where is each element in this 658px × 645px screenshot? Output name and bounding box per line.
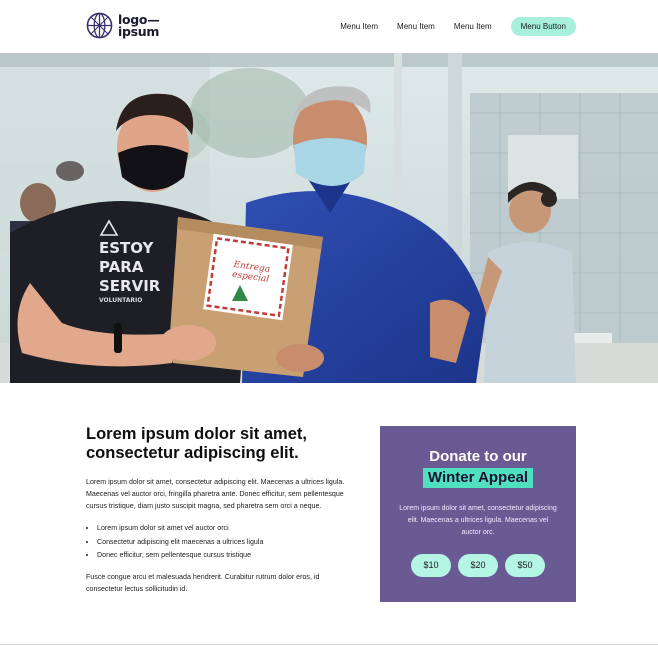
bullet-item: Donec efficitur, sem pellentesque cursus…	[97, 549, 348, 563]
article-bullets: Lorem ipsum dolor sit amet vel auctor or…	[86, 522, 348, 563]
donation-amounts: $10 $20 $50	[380, 554, 576, 577]
article-intro: Lorem ipsum dolor sit amet, consectetur …	[86, 478, 345, 510]
donate-10-button[interactable]: $10	[411, 554, 451, 577]
shirt-text-4: VOLUNTARIO	[99, 297, 142, 304]
sphere-grid-icon	[86, 12, 113, 39]
donate-50-button[interactable]: $50	[505, 554, 545, 577]
donate-body: Lorem ipsum dolor sit amet, consectetur …	[399, 505, 557, 536]
logo-line-2: ipsum	[118, 23, 160, 39]
article: Lorem ipsum dolor sit amet, consectetur …	[86, 425, 348, 595]
donate-20-button[interactable]: $20	[458, 554, 498, 577]
nav-item-1[interactable]: Menu Item	[340, 22, 378, 31]
article-closing: Fusce congue arcu et malesuada hendrerit…	[86, 572, 320, 593]
donate-title-highlight: Winter Appeal	[422, 468, 534, 488]
menu-button[interactable]: Menu Button	[510, 17, 576, 36]
hero-image: ESTOY PARA SERVIR VOLUNTARIO Entrega esp…	[0, 53, 658, 383]
logo[interactable]: logo— ipsum	[86, 12, 160, 39]
bullet-item: Consectetur adipiscing elit maecenas a u…	[97, 536, 348, 550]
shirt-text-1: ESTOY	[99, 239, 154, 257]
nav-item-2[interactable]: Menu Item	[397, 22, 435, 31]
hero-photo-illustration: ESTOY PARA SERVIR VOLUNTARIO Entrega esp…	[0, 53, 658, 383]
main-nav: Menu Item Menu Item Menu Item Menu Butto…	[340, 17, 576, 36]
nav-item-3[interactable]: Menu Item	[454, 22, 492, 31]
donate-card: Donate to our Winter Appeal Lorem ipsum …	[380, 426, 576, 602]
bullet-item: Lorem ipsum dolor sit amet vel auctor or…	[97, 522, 348, 536]
logo-wordmark: logo— ipsum	[118, 13, 160, 39]
site-header: logo— ipsum Menu Item Menu Item Menu Ite…	[0, 0, 658, 53]
shirt-text-2: PARA	[99, 258, 144, 276]
article-title: Lorem ipsum dolor sit amet, consectetur …	[86, 425, 307, 462]
donate-title: Donate to our	[429, 448, 527, 465]
shirt-text-3: SERVIR	[99, 277, 161, 295]
